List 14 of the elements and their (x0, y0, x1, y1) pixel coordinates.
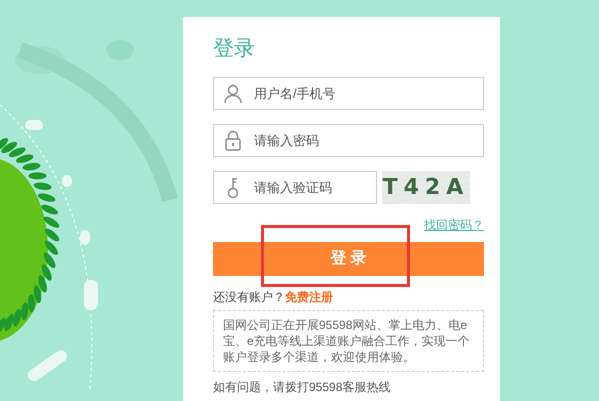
help-text: 如有问题，请拨打95598客服热线 (213, 379, 390, 396)
register-link[interactable]: 免费注册 (285, 290, 333, 304)
notice-box: 国网公司正在开展95598网站、掌上电力、电e宝、e充电等线上渠道账户融合工作，实现一个账户登录多个渠道，欢迎使用体验。 (213, 310, 484, 372)
register-prompt: 还没有账户？免费注册 (213, 289, 333, 306)
login-title: 登录 (213, 36, 255, 62)
input-field[interactable]: 用户名/手机号 (213, 77, 484, 110)
lock-icon (225, 130, 241, 151)
key-icon (226, 176, 240, 198)
input-field[interactable]: 请输入密码 (213, 124, 484, 157)
input-field[interactable]: 请输入验证码 (213, 171, 377, 204)
user-icon (224, 84, 242, 104)
forgot-password-link[interactable]: 找回密码？ (424, 216, 484, 234)
captcha-image[interactable]: T42A (382, 171, 470, 204)
login-button[interactable]: 登 录 (213, 242, 484, 276)
